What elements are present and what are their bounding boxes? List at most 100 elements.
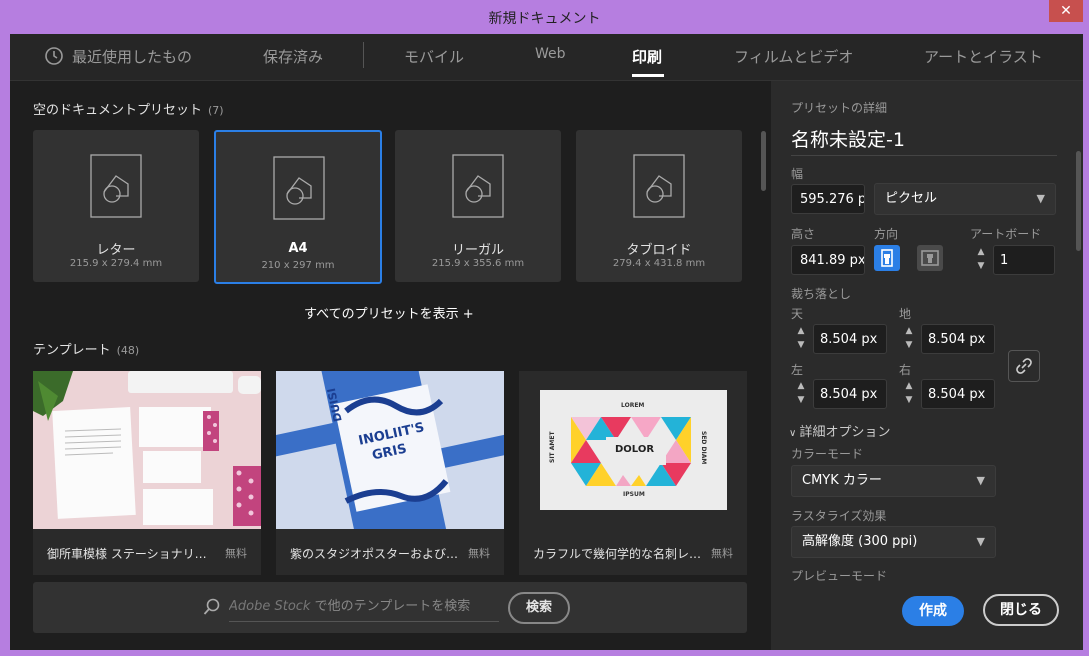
tab-saved[interactable]: 保存済み — [263, 46, 323, 67]
document-icon — [90, 154, 142, 218]
left-scrollbar[interactable] — [761, 131, 766, 191]
chevron-down-icon: ▼ — [976, 535, 985, 548]
raster-effects-select[interactable]: 高解像度 (300 ppi) ▼ — [791, 526, 996, 558]
width-input[interactable]: 595.276 px — [791, 184, 865, 214]
card-left-text: SIT AMET — [549, 431, 556, 463]
close-button[interactable]: 閉じる — [983, 594, 1059, 626]
name-underline — [791, 155, 1057, 156]
template-caption: 紫のスタジオポスターおよびチラシ — [290, 547, 460, 561]
width-label: 幅 — [791, 167, 804, 181]
template-thumbnail: INOLIIT'S GRIS DUISI — [276, 371, 504, 549]
template-free-badge: 無料 — [225, 547, 247, 560]
document-icon — [633, 154, 685, 218]
preset-dimensions: 215.9 x 279.4 mm — [69, 258, 163, 269]
template-caption: カラフルで幾何学的な名刺レイアウト — [533, 547, 703, 561]
dialog-window: 新規ドキュメント ✕ 最近使用したもの 保存済み モバイル Web 印刷 フィル… — [0, 0, 1089, 656]
stock-search-input[interactable]: Adobe Stock で他のテンプレートを検索 — [229, 593, 499, 622]
height-label: 高さ — [791, 227, 816, 241]
preset-name: A4 — [288, 241, 308, 256]
landscape-orientation-button[interactable] — [917, 245, 943, 271]
bleed-right-stepper[interactable]: ▲ ▼ — [899, 379, 919, 409]
unit-select-value: ピクセル — [885, 191, 938, 206]
link-icon — [1016, 358, 1032, 374]
dialog-content: 最近使用したもの 保存済み モバイル Web 印刷 フィルムとビデオ アートとイ… — [10, 34, 1083, 650]
search-placeholder-brand: Adobe Stock — [229, 599, 311, 614]
clock-icon — [44, 46, 64, 70]
template-thumbnail: LOREM DOLOR IPSUM SIT AMET SED DIAM — [519, 371, 747, 529]
templates-heading-label: テンプレート — [33, 343, 111, 358]
bleed-left-label: 左 — [791, 363, 804, 377]
card-center-text: DOLOR — [615, 444, 655, 455]
bleed-left-stepper[interactable]: ▲ ▼ — [791, 379, 811, 409]
title-bar: 新規ドキュメント ✕ — [0, 0, 1089, 34]
search-icon — [203, 598, 221, 620]
chevron-down-icon: ▼ — [976, 474, 985, 487]
portrait-icon — [881, 249, 893, 267]
card-bottom-text: IPSUM — [623, 491, 645, 498]
create-button[interactable]: 作成 — [902, 596, 964, 626]
bleed-bottom-input[interactable]: 8.504 px — [921, 324, 995, 354]
preset-name: タブロイド — [626, 243, 692, 258]
active-tab-indicator — [632, 74, 664, 77]
templates-heading: テンプレート (48) — [33, 339, 139, 358]
card-top-text: LOREM — [621, 402, 645, 409]
portrait-orientation-button[interactable] — [874, 245, 900, 271]
preset-card-a4[interactable]: A4 210 x 297 mm — [214, 130, 382, 284]
presets-heading-label: 空のドキュメントプリセット — [33, 103, 203, 118]
advanced-options-label: 詳細オプション — [799, 425, 891, 440]
template-caption: 御所車模様 ステーショナリーセット — [47, 547, 217, 561]
template-card-geometric-business-card[interactable]: LOREM DOLOR IPSUM SIT AMET SED DIAM カラフル… — [519, 371, 747, 575]
preset-name: リーガル — [451, 243, 504, 258]
preset-name: レター — [96, 243, 136, 258]
artboard-input[interactable]: 1 — [993, 245, 1055, 275]
bleed-top-stepper[interactable]: ▲ ▼ — [791, 324, 811, 354]
preset-details-panel: プリセットの詳細 名称未設定-1 幅 595.276 px ピクセル ▼ 高さ … — [771, 81, 1083, 650]
tab-mobile[interactable]: モバイル — [404, 46, 464, 67]
preset-card-tabloid[interactable]: タブロイド 279.4 x 431.8 mm — [576, 130, 742, 282]
presets-heading: 空のドキュメントプリセット (7) — [33, 99, 224, 118]
bleed-bottom-stepper[interactable]: ▲ ▼ — [899, 324, 919, 354]
tab-art-illustration[interactable]: アートとイラスト — [924, 46, 1043, 67]
orientation-label: 方向 — [874, 227, 899, 241]
bleed-left-input[interactable]: 8.504 px — [813, 379, 887, 409]
raster-effects-value: 高解像度 (300 ppi) — [802, 534, 918, 549]
artboard-label: アートボード — [970, 227, 1042, 241]
advanced-options-toggle[interactable]: ∨ 詳細オプション — [789, 421, 891, 440]
document-icon — [452, 154, 504, 218]
search-placeholder-text: で他のテンプレートを検索 — [310, 599, 471, 614]
card-right-text: SED DIAM — [700, 431, 707, 465]
height-input[interactable]: 841.89 px — [791, 245, 865, 275]
tab-film-video[interactable]: フィルムとビデオ — [734, 46, 853, 67]
preset-card-letter[interactable]: レター 215.9 x 279.4 mm — [33, 130, 199, 282]
link-bleed-button[interactable] — [1008, 350, 1040, 382]
stock-search-bar: Adobe Stock で他のテンプレートを検索 検索 — [33, 582, 747, 633]
color-mode-value: CMYK カラー — [802, 473, 882, 488]
category-tabs: 最近使用したもの 保存済み モバイル Web 印刷 フィルムとビデオ アートとイ… — [10, 34, 1083, 81]
details-heading: プリセットの詳細 — [791, 101, 888, 115]
window-close-button[interactable]: ✕ — [1049, 0, 1083, 22]
preset-dimensions: 215.9 x 355.6 mm — [431, 258, 525, 269]
show-all-presets-link[interactable]: すべてのプリセットを表示 + — [304, 303, 474, 322]
presets-count: (7) — [208, 104, 224, 117]
template-card-studio-poster[interactable]: INOLIIT'S GRIS DUISI 紫のスタジオポスターおよびチラシ 無料 — [276, 371, 504, 575]
chevron-down-icon: ∨ — [789, 428, 800, 439]
bleed-top-input[interactable]: 8.504 px — [813, 324, 887, 354]
window-title: 新規ドキュメント — [488, 11, 601, 27]
template-card-stationery[interactable]: 御所車模様 ステーショナリーセット 無料 — [33, 371, 261, 575]
tab-print[interactable]: 印刷 — [632, 46, 662, 67]
tab-web[interactable]: Web — [535, 46, 566, 62]
artboard-stepper[interactable]: ▲ ▼ — [971, 245, 991, 275]
bleed-right-input[interactable]: 8.504 px — [921, 379, 995, 409]
document-name-field[interactable]: 名称未設定-1 — [791, 125, 905, 152]
color-mode-select[interactable]: CMYK カラー ▼ — [791, 465, 996, 497]
chevron-down-icon: ▼ — [1036, 192, 1045, 205]
templates-count: (48) — [116, 344, 140, 357]
preset-dimensions: 279.4 x 431.8 mm — [612, 258, 706, 269]
right-scrollbar[interactable] — [1076, 151, 1081, 251]
landscape-icon — [921, 250, 939, 266]
search-button[interactable]: 検索 — [508, 592, 570, 624]
unit-select[interactable]: ピクセル ▼ — [874, 183, 1056, 215]
left-pane: 空のドキュメントプリセット (7) レター 215.9 x 279.4 mm A4… — [10, 81, 770, 650]
tab-recent[interactable]: 最近使用したもの — [72, 46, 192, 67]
preset-card-legal[interactable]: リーガル 215.9 x 355.6 mm — [395, 130, 561, 282]
